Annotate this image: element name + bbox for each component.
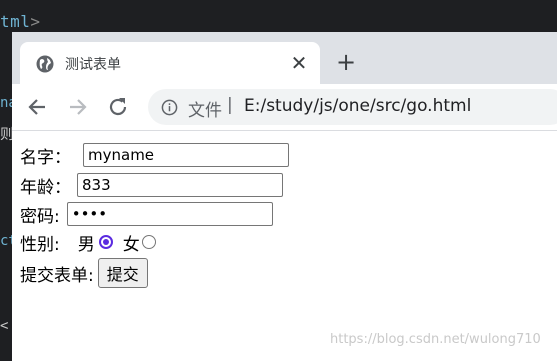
gender-label: 性别:: [20, 234, 60, 255]
back-arrow-icon[interactable]: [25, 95, 49, 119]
male-label: 男: [77, 234, 95, 255]
editor-gutter: na 则 ct <: [0, 38, 12, 361]
gender-row: 性别: 男 女: [20, 228, 160, 256]
male-radio[interactable]: [98, 235, 113, 249]
url-text[interactable]: E:/study/js/one/src/go.html: [244, 96, 471, 116]
file-scheme-label: 文件: [188, 101, 222, 121]
submit-row: 提交表单: 提交: [20, 257, 148, 289]
submit-button[interactable]: 提交: [97, 258, 148, 288]
tab-title: 测试表单: [65, 57, 121, 73]
address-bar[interactable]: 文件 | E:/study/js/one/src/go.html: [148, 89, 557, 125]
editor-code-line: tml>: [0, 12, 41, 31]
editor-fragment: <: [0, 318, 9, 334]
forward-arrow-icon[interactable]: [66, 95, 90, 119]
editor-fragment: ct: [0, 233, 12, 249]
tab-strip: 测试表单 ✕ +: [12, 32, 557, 84]
editor-code-angle: >: [30, 12, 41, 31]
browser-toolbar: 文件 | E:/study/js/one/src/go.html: [12, 84, 557, 131]
name-row: 名字：: [20, 141, 289, 169]
age-label: 年龄：: [20, 177, 71, 198]
name-label: 名字：: [20, 147, 71, 168]
browser-window: 测试表单 ✕ + 文件 | E:/study/js/one/src/go.htm…: [12, 32, 557, 361]
browser-tab[interactable]: 测试表单 ✕: [20, 42, 320, 84]
female-label: 女: [122, 234, 140, 255]
watermark-text: https://blog.csdn.net/wulong710: [330, 332, 541, 347]
password-label: 密码:: [20, 206, 60, 227]
submit-label: 提交表单:: [20, 265, 94, 286]
editor-fragment: 则: [0, 127, 12, 143]
name-input[interactable]: [83, 143, 289, 167]
close-tab-icon[interactable]: ✕: [288, 52, 310, 74]
reload-icon[interactable]: [106, 95, 130, 119]
age-input[interactable]: [77, 173, 283, 197]
age-row: 年龄：: [20, 171, 283, 199]
password-row: 密码:: [20, 200, 273, 228]
info-icon[interactable]: [161, 99, 178, 116]
page-content: 名字： 年龄： 密码: 性别: 男 女 提交表单: 提交: [12, 131, 557, 361]
globe-icon: [36, 55, 54, 73]
female-radio[interactable]: [141, 235, 156, 249]
editor-code-text: tml: [0, 12, 31, 31]
password-input[interactable]: [66, 202, 273, 226]
new-tab-button[interactable]: +: [334, 50, 358, 74]
address-separator: |: [227, 95, 233, 115]
editor-fragment: na: [0, 95, 12, 111]
